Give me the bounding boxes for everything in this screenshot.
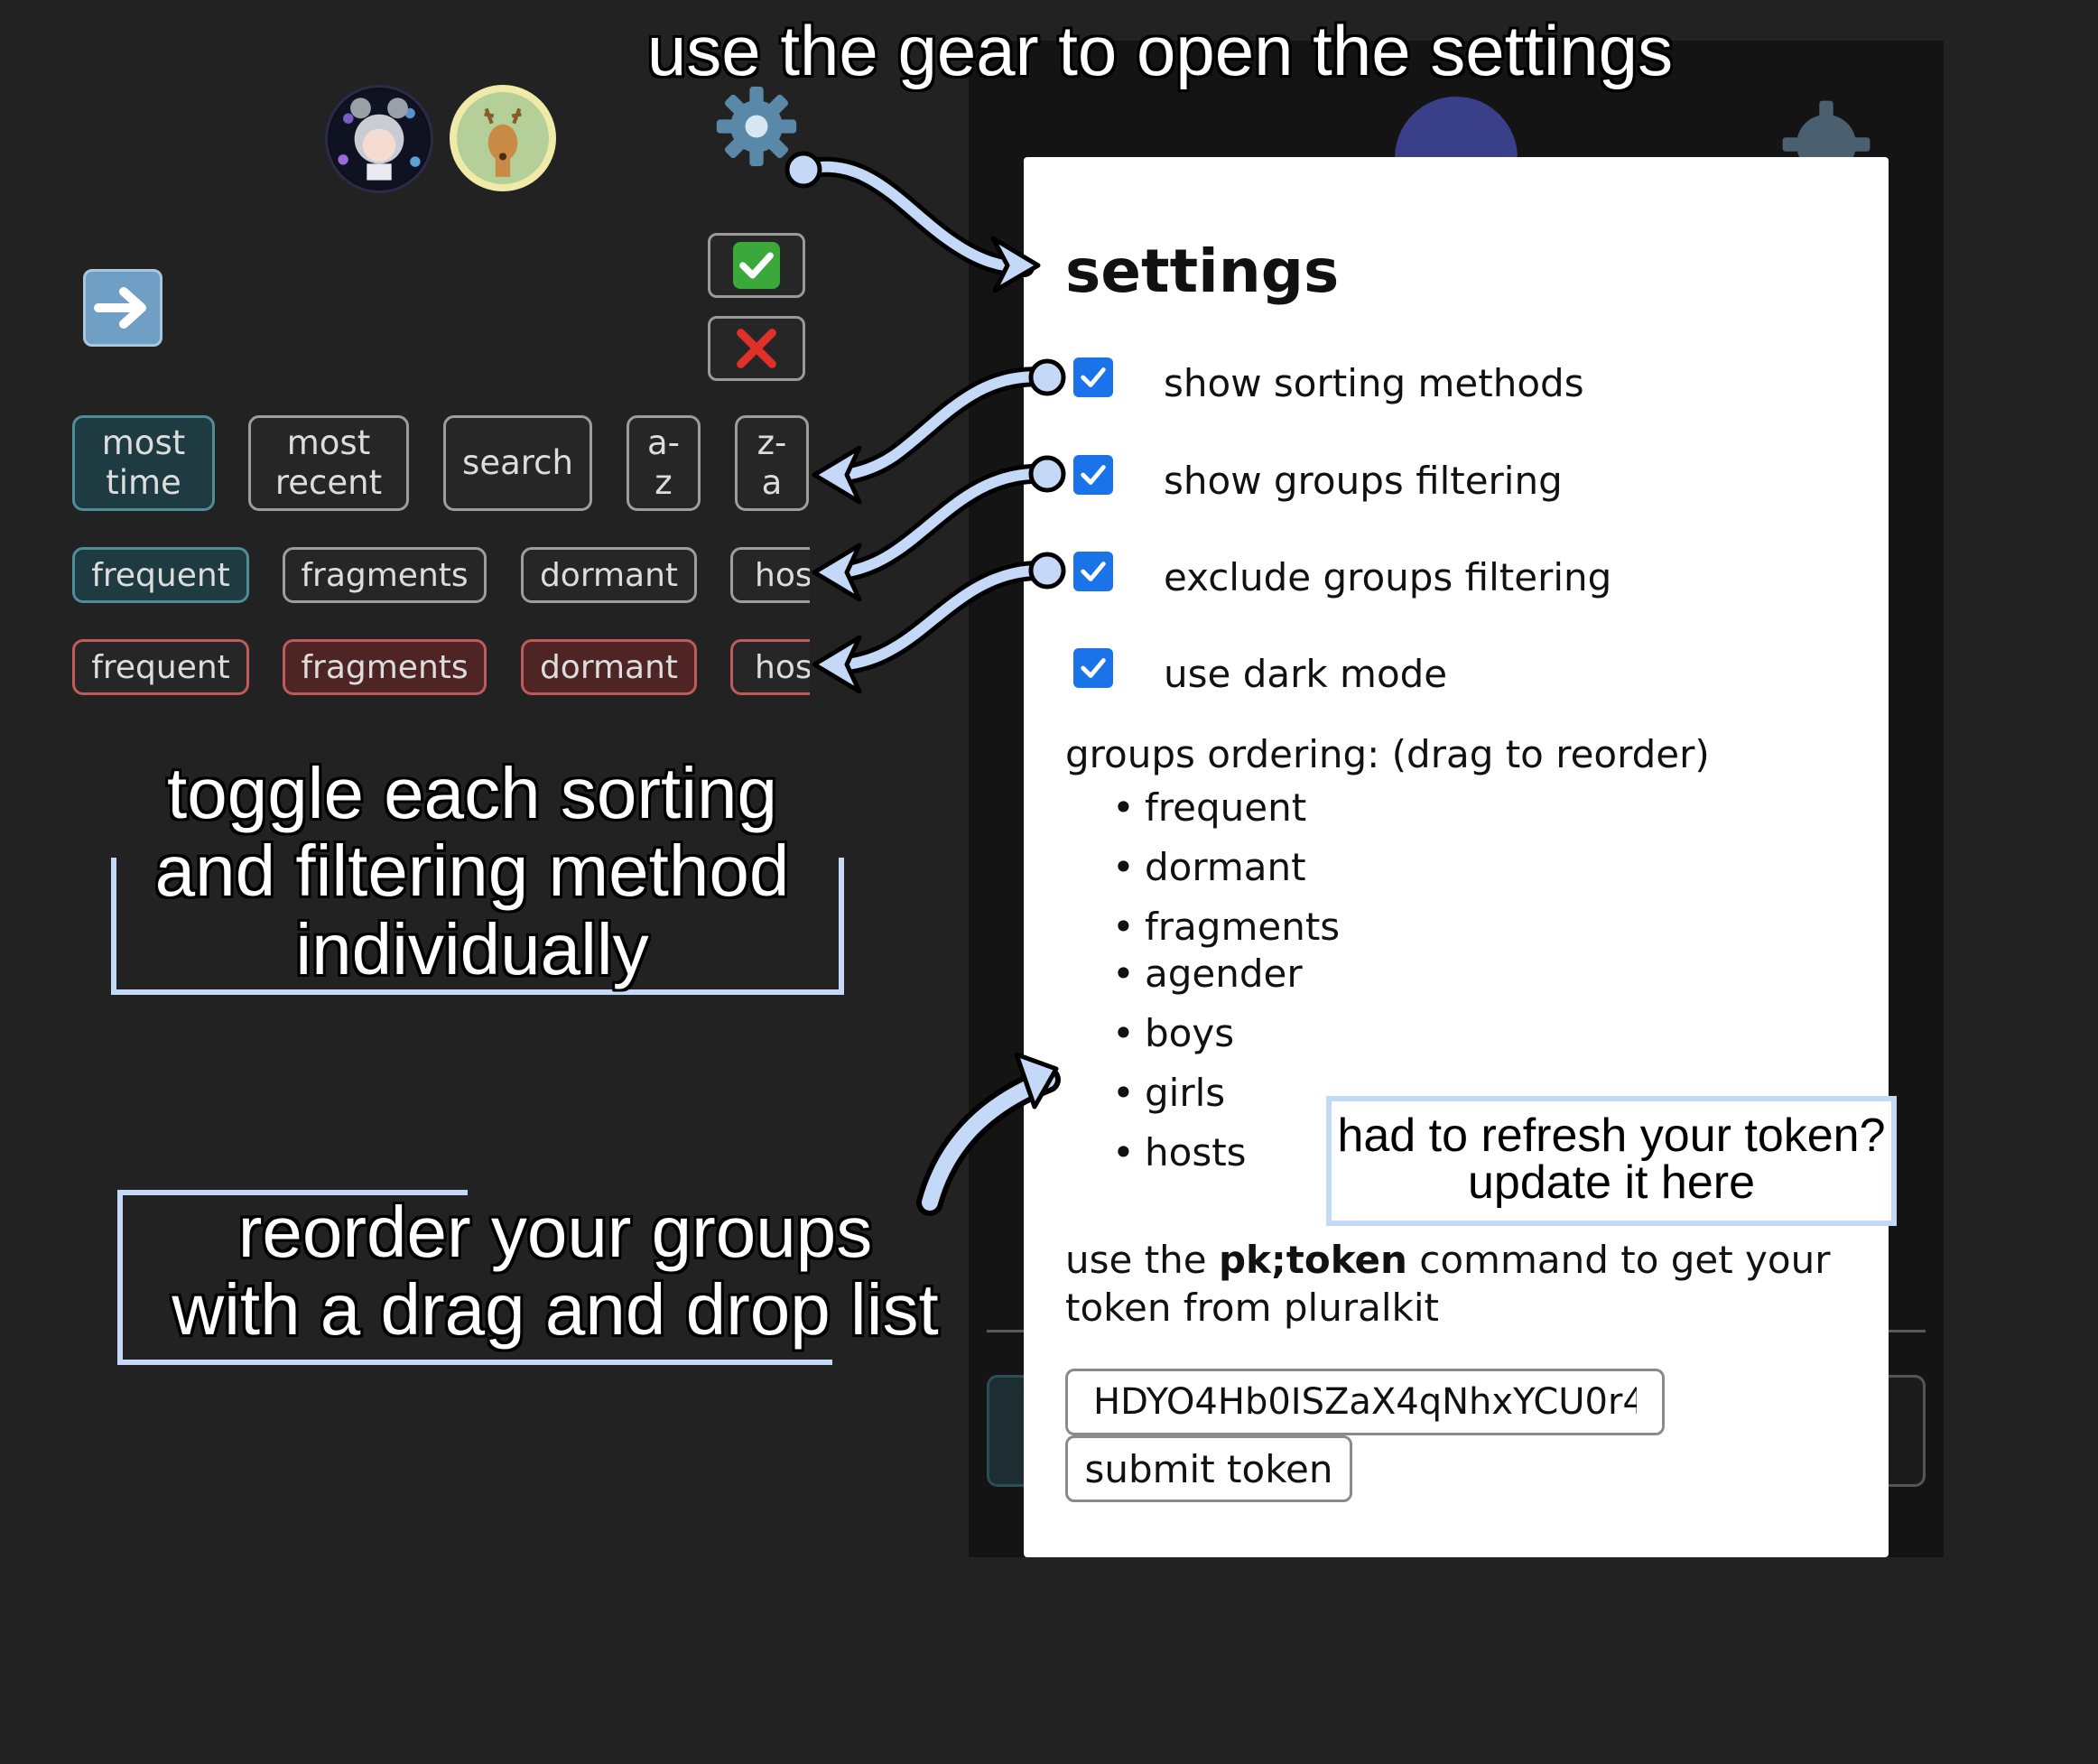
sorting-option-arrow: [821, 367, 1057, 486]
annotation-arrows: [784, 151, 1066, 1216]
